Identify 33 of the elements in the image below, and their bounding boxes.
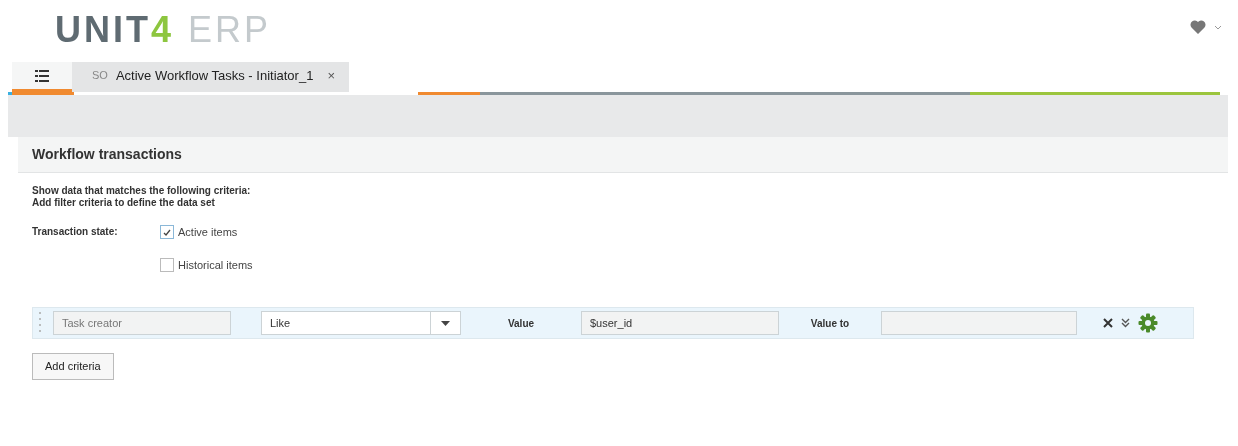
- checkmark-icon: [163, 228, 171, 236]
- field-label: Transaction state:: [32, 225, 119, 239]
- field-label: Value to: [809, 316, 851, 331]
- checkbox-label: Active items: [178, 225, 238, 240]
- checkbox[interactable]: [160, 257, 174, 272]
- logo-mark: 4: [151, 12, 175, 48]
- menu-tab[interactable]: [12, 62, 72, 92]
- field-label: Value: [506, 316, 536, 331]
- operator-select[interactable]: Like: [261, 311, 431, 335]
- instruction-text: Show data that matches the following criteria:: [32, 185, 252, 197]
- checkbox-label: Historical items: [178, 257, 253, 273]
- section-header: Workflow transactions: [18, 137, 1228, 173]
- checkbox[interactable]: [160, 225, 174, 240]
- favorites-button[interactable]: [1190, 20, 1222, 34]
- tab-prefix: SO: [92, 68, 108, 84]
- close-tab-button[interactable]: ×: [327, 65, 335, 86]
- close-icon[interactable]: [1103, 318, 1113, 328]
- double-chevron-down-icon[interactable]: [1121, 318, 1130, 328]
- instruction-text: Add filter criteria to define the data set: [32, 196, 216, 208]
- add-criteria-button[interactable]: Add criteria: [32, 353, 114, 380]
- tab-title: Active Workflow Tasks - Initiator_1: [115, 66, 314, 85]
- field-name-input[interactable]: Task creator: [53, 311, 231, 335]
- value-to-input[interactable]: [881, 311, 1077, 335]
- caret-icon: [441, 320, 450, 326]
- dropdown-button[interactable]: [431, 311, 461, 335]
- chevron-down-icon: [1214, 24, 1222, 30]
- value-input[interactable]: $user_id: [581, 311, 779, 335]
- logo-text: UNIT: [55, 12, 151, 48]
- list-icon: [35, 69, 49, 82]
- settings-icon[interactable]: [1138, 313, 1158, 333]
- product-name: ERP: [188, 12, 272, 48]
- heart-icon: [1190, 20, 1206, 34]
- document-tab[interactable]: SO Active Workflow Tasks - Initiator_1 ×: [72, 62, 349, 92]
